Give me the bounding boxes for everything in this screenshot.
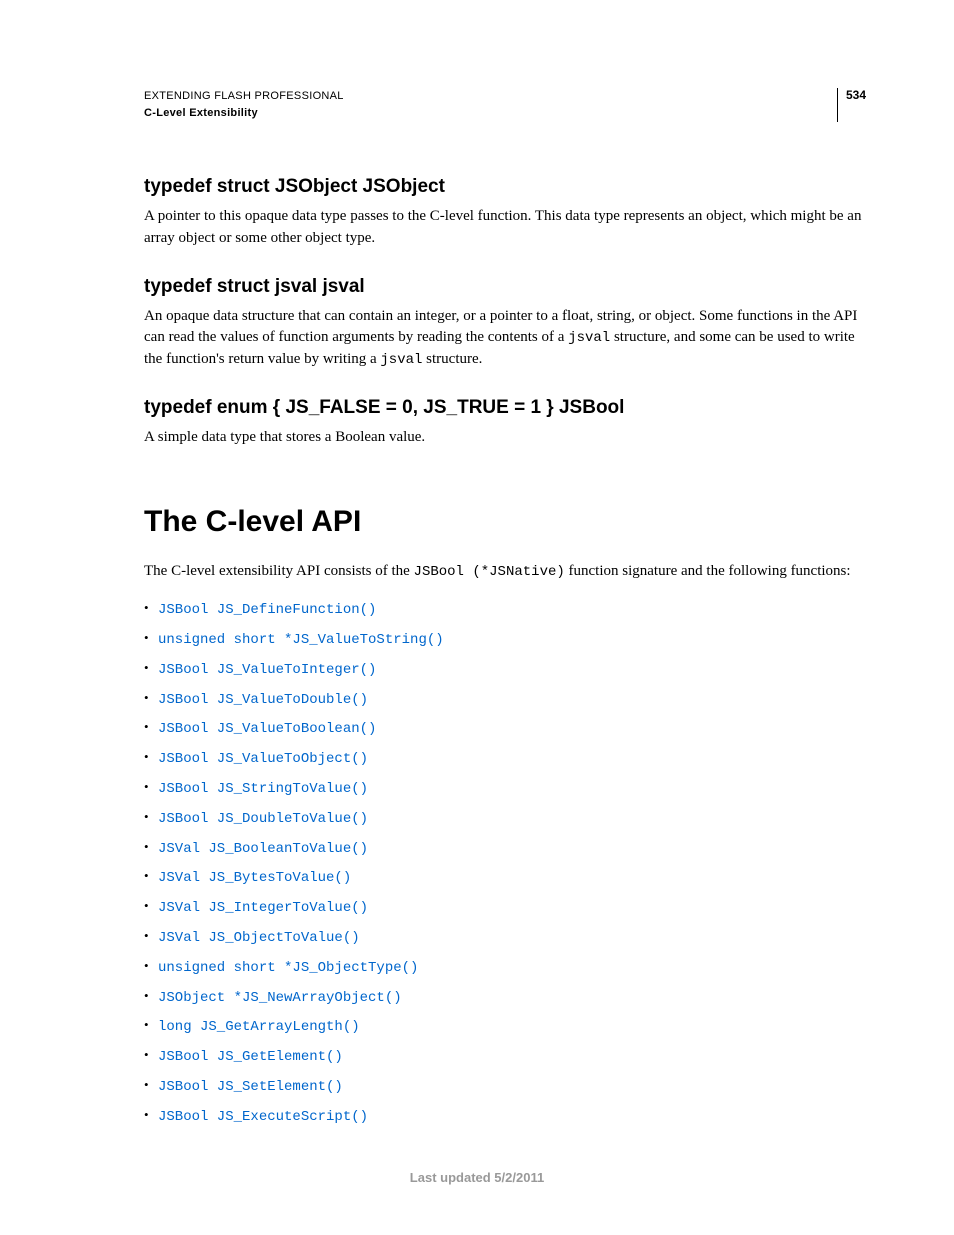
function-link[interactable]: JSBool JS_ValueToInteger(): [158, 662, 376, 678]
text: structure.: [422, 351, 482, 367]
list-item: JSBool JS_ExecuteScript(): [144, 1107, 866, 1126]
list-item: JSVal JS_BytesToValue(): [144, 868, 866, 887]
list-item: long JS_GetArrayLength(): [144, 1017, 866, 1036]
code-jsnative: JSBool (*JSNative): [414, 564, 565, 580]
list-item: JSBool JS_DoubleToValue(): [144, 809, 866, 828]
doc-subtitle: C-Level Extensibility: [144, 105, 344, 122]
body-jsbool: A simple data type that stores a Boolean…: [144, 427, 866, 449]
intro-paragraph: The C-level extensibility API consists o…: [144, 561, 866, 583]
header-left: EXTENDING FLASH PROFESSIONAL C-Level Ext…: [144, 88, 344, 121]
list-item: JSBool JS_ValueToDouble(): [144, 690, 866, 709]
list-item: JSBool JS_ValueToBoolean(): [144, 719, 866, 738]
function-link[interactable]: JSBool JS_StringToValue(): [158, 781, 368, 797]
heading-jsbool: typedef enum { JS_FALSE = 0, JS_TRUE = 1…: [144, 397, 866, 419]
function-link[interactable]: JSObject *JS_NewArrayObject(): [158, 990, 402, 1006]
heading-jsval: typedef struct jsval jsval: [144, 276, 866, 298]
footer-updated: Last updated 5/2/2011: [0, 1170, 954, 1185]
main-heading: The C-level API: [144, 505, 866, 539]
function-link[interactable]: unsigned short *JS_ObjectType(): [158, 960, 418, 976]
list-item: JSBool JS_StringToValue(): [144, 779, 866, 798]
function-link[interactable]: JSBool JS_GetElement(): [158, 1049, 343, 1065]
text: function signature and the following fun…: [565, 563, 851, 579]
page-container: EXTENDING FLASH PROFESSIONAL C-Level Ext…: [0, 0, 954, 1126]
heading-jsobject: typedef struct JSObject JSObject: [144, 176, 866, 198]
list-item: JSBool JS_DefineFunction(): [144, 600, 866, 619]
function-link[interactable]: JSBool JS_DoubleToValue(): [158, 811, 368, 827]
function-link[interactable]: JSVal JS_BooleanToValue(): [158, 841, 368, 857]
page-number: 534: [837, 88, 866, 122]
function-link[interactable]: JSVal JS_BytesToValue(): [158, 870, 351, 886]
function-link[interactable]: JSBool JS_ExecuteScript(): [158, 1109, 368, 1125]
list-item: JSVal JS_ObjectToValue(): [144, 928, 866, 947]
function-link[interactable]: JSVal JS_ObjectToValue(): [158, 930, 360, 946]
text: The C-level extensibility API consists o…: [144, 563, 414, 579]
function-link[interactable]: JSVal JS_IntegerToValue(): [158, 900, 368, 916]
function-link[interactable]: JSBool JS_ValueToBoolean(): [158, 721, 376, 737]
function-list: JSBool JS_DefineFunction() unsigned shor…: [144, 600, 866, 1125]
body-jsval: An opaque data structure that can contai…: [144, 306, 866, 371]
function-link[interactable]: JSBool JS_ValueToDouble(): [158, 692, 368, 708]
list-item: JSVal JS_BooleanToValue(): [144, 839, 866, 858]
page-header: EXTENDING FLASH PROFESSIONAL C-Level Ext…: [144, 88, 866, 122]
function-link[interactable]: long JS_GetArrayLength(): [158, 1019, 360, 1035]
list-item: JSBool JS_SetElement(): [144, 1077, 866, 1096]
list-item: JSObject *JS_NewArrayObject(): [144, 988, 866, 1007]
list-item: JSBool JS_ValueToInteger(): [144, 660, 866, 679]
list-item: JSBool JS_ValueToObject(): [144, 749, 866, 768]
code-jsval-2: jsval: [380, 352, 422, 368]
body-jsobject: A pointer to this opaque data type passe…: [144, 206, 866, 250]
function-link[interactable]: JSBool JS_DefineFunction(): [158, 602, 376, 618]
function-link[interactable]: JSBool JS_ValueToObject(): [158, 751, 368, 767]
code-jsval-1: jsval: [568, 330, 610, 346]
function-link[interactable]: JSBool JS_SetElement(): [158, 1079, 343, 1095]
list-item: unsigned short *JS_ObjectType(): [144, 958, 866, 977]
function-link[interactable]: unsigned short *JS_ValueToString(): [158, 632, 444, 648]
list-item: JSVal JS_IntegerToValue(): [144, 898, 866, 917]
list-item: unsigned short *JS_ValueToString(): [144, 630, 866, 649]
list-item: JSBool JS_GetElement(): [144, 1047, 866, 1066]
doc-title: EXTENDING FLASH PROFESSIONAL: [144, 88, 344, 105]
